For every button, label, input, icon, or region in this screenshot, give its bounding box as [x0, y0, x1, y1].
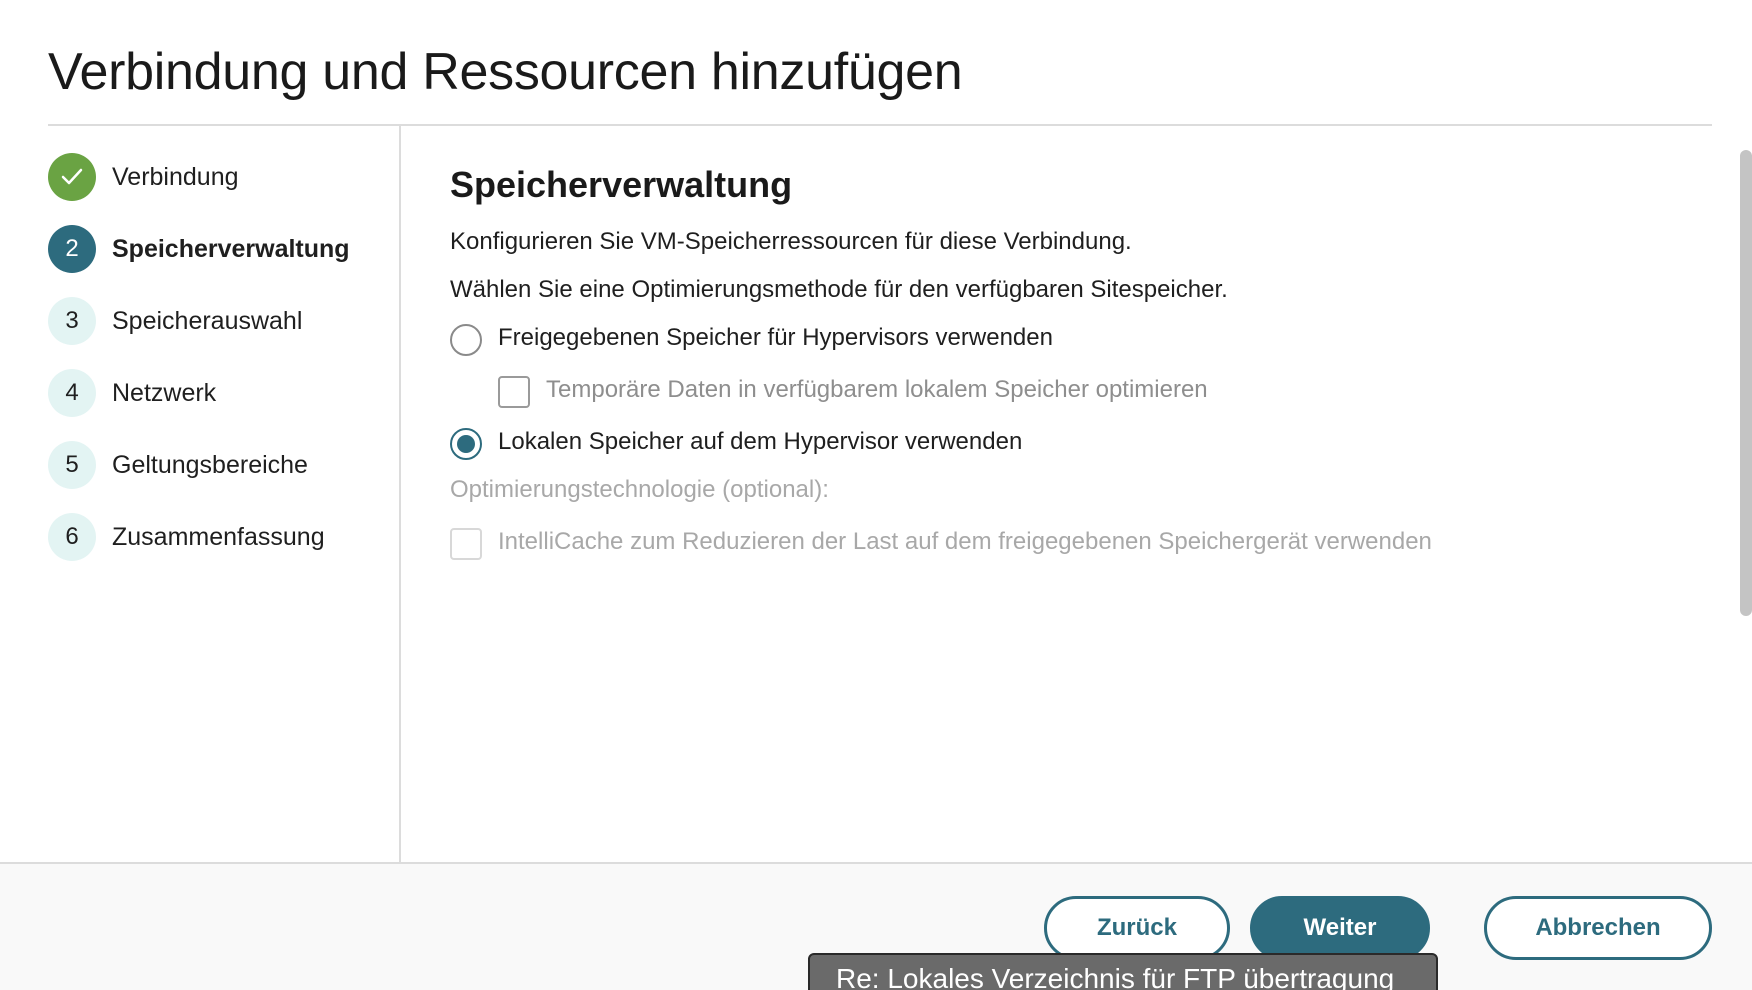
sidebar-divider — [399, 126, 401, 862]
title-divider — [48, 124, 1712, 126]
step-label: Speicherverwaltung — [112, 234, 350, 263]
checkmark-icon — [48, 153, 96, 201]
intellicache-checkbox[interactable] — [450, 528, 482, 560]
step-label: Netzwerk — [112, 378, 217, 407]
local-storage-label[interactable]: Lokalen Speicher auf dem Hypervisor verw… — [498, 428, 1022, 456]
intro-text: Konfigurieren Sie VM-Speicherressourcen … — [450, 228, 1132, 255]
step-number: 4 — [48, 369, 96, 417]
page-title: Verbindung und Ressourcen hinzufügen — [48, 43, 963, 101]
step-label: Speicherauswahl — [112, 306, 303, 335]
step-zusammenfassung[interactable]: 6 Zusammenfassung — [48, 512, 325, 562]
back-button[interactable]: Zurück — [1044, 896, 1230, 960]
step-label: Verbindung — [112, 162, 239, 191]
cancel-button[interactable]: Abbrechen — [1484, 896, 1712, 960]
step-label: Zusammenfassung — [112, 522, 325, 551]
step-number: 2 — [48, 225, 96, 273]
local-storage-radio[interactable] — [450, 428, 482, 460]
step-speicherverwaltung[interactable]: 2 Speicherverwaltung — [48, 224, 350, 274]
shared-storage-label[interactable]: Freigegebenen Speicher für Hypervisors v… — [498, 324, 1053, 352]
step-number: 3 — [48, 297, 96, 345]
prompt-text: Wählen Sie eine Optimierungsmethode für … — [450, 276, 1228, 303]
step-speicherauswahl[interactable]: 3 Speicherauswahl — [48, 296, 302, 346]
step-verbindung[interactable]: Verbindung — [48, 152, 239, 202]
step-number: 5 — [48, 441, 96, 489]
shared-storage-radio[interactable] — [450, 324, 482, 356]
intellicache-label: IntelliCache zum Reduzieren der Last auf… — [498, 528, 1432, 555]
next-button[interactable]: Weiter — [1250, 896, 1430, 960]
scrollbar[interactable] — [1740, 150, 1752, 616]
optimization-tech-label: Optimierungstechnologie (optional): — [450, 476, 829, 503]
temp-data-label[interactable]: Temporäre Daten in verfügbarem lokalem S… — [546, 376, 1208, 404]
temp-data-checkbox[interactable] — [498, 376, 530, 408]
step-number: 6 — [48, 513, 96, 561]
step-netzwerk[interactable]: 4 Netzwerk — [48, 368, 216, 418]
tooltip: Re: Lokales Verzeichnis für FTP übertrag… — [808, 953, 1438, 990]
step-label: Geltungsbereiche — [112, 450, 308, 479]
step-geltungsbereiche[interactable]: 5 Geltungsbereiche — [48, 440, 308, 490]
section-title: Speicherverwaltung — [450, 164, 793, 205]
